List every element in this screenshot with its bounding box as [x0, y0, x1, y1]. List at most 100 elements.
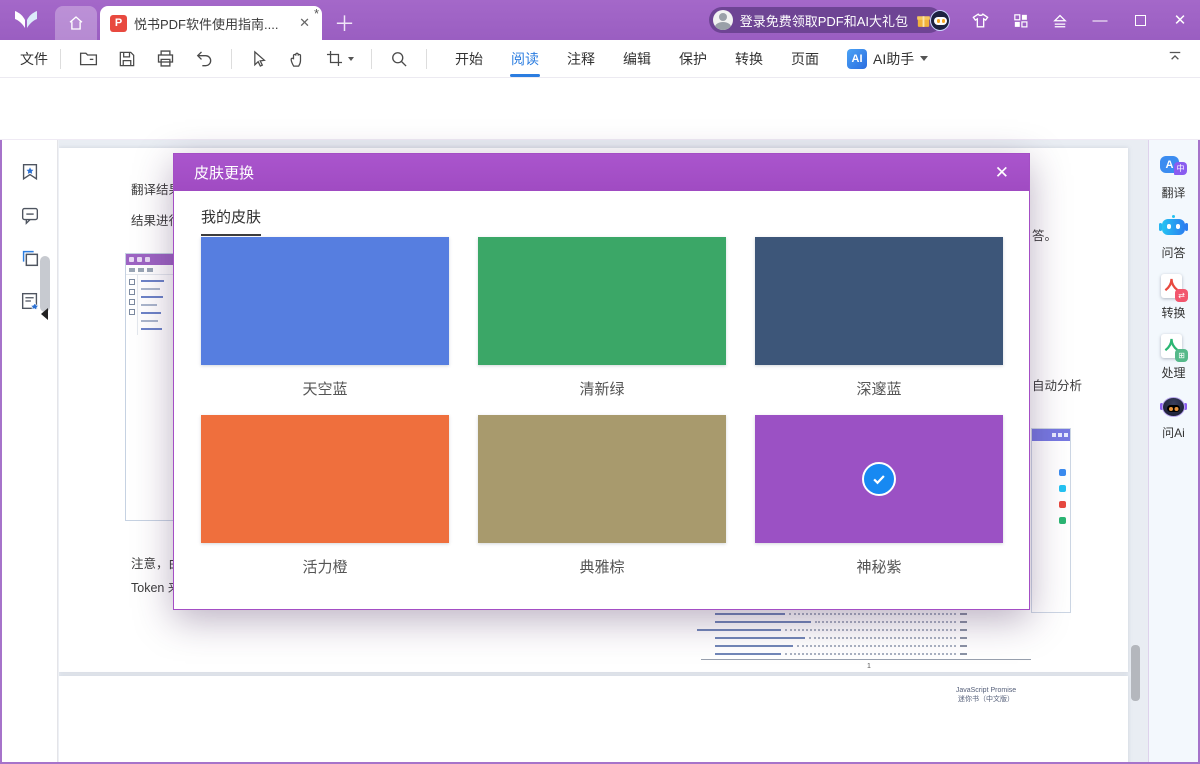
collapse-toolbar-button[interactable] [1166, 48, 1184, 71]
convert-label: 转换 [1161, 304, 1185, 321]
maximize-icon [1135, 15, 1146, 26]
ai-robot-button[interactable] [930, 10, 950, 30]
crop-tool-button[interactable] [316, 44, 363, 74]
skin-swatch [201, 237, 449, 365]
home-button[interactable] [55, 6, 97, 40]
print-button[interactable] [146, 44, 185, 74]
bookmarks-panel-button[interactable] [2, 152, 58, 192]
hand-tool-button[interactable] [278, 44, 316, 74]
tab-page[interactable]: 页面 [789, 41, 821, 77]
save-button[interactable] [108, 44, 146, 74]
caret-down-icon [920, 56, 928, 61]
skin-option-fresh-green[interactable]: 清新绿 [478, 237, 726, 399]
robot-icon [930, 10, 950, 31]
process-tool[interactable]: ⊞ 处理 [1160, 334, 1187, 381]
comment-icon [19, 204, 41, 226]
ask-ai-icon [1160, 394, 1187, 421]
undo-icon [194, 49, 214, 69]
tab-convert[interactable]: 转换 [733, 41, 765, 77]
skin-option-elegant-brown[interactable]: 典雅棕 [478, 415, 726, 577]
search-icon [389, 49, 409, 69]
unsaved-indicator: * [314, 6, 319, 21]
close-window-button[interactable]: ✕ [1170, 10, 1190, 30]
convert-tool[interactable]: ⇄ 转换 [1160, 274, 1187, 321]
crop-icon [325, 49, 344, 68]
qa-robot-icon [1160, 214, 1187, 241]
translate-icon: A 中 [1160, 154, 1187, 181]
collapse-icon [1166, 48, 1184, 66]
app-window: P 悦书PDF软件使用指南.... ✕ * ＋ 登录免费领取PDF和AI大礼包 [0, 0, 1200, 764]
skin-button[interactable] [970, 10, 990, 30]
translate-tool[interactable]: A 中 翻译 [1160, 154, 1187, 201]
qa-tool[interactable]: 问答 [1160, 214, 1187, 261]
tab-start[interactable]: 开始 [453, 41, 485, 77]
select-tool-button[interactable] [240, 44, 278, 74]
left-panel-sidebar [2, 140, 58, 762]
dialog-title: 皮肤更换 [194, 162, 254, 183]
my-skins-tab[interactable]: 我的皮肤 [201, 206, 261, 236]
skin-grid: 天空蓝 清新绿 深邃蓝 [201, 237, 1003, 577]
skin-option-deep-blue[interactable]: 深邃蓝 [755, 237, 1003, 399]
shirt-icon [971, 11, 990, 30]
cursor-icon [249, 49, 269, 69]
vertical-scrollbar-thumb[interactable] [1131, 645, 1140, 701]
skin-name: 活力橙 [201, 556, 449, 577]
folder-icon [78, 48, 99, 69]
skin-swatch [755, 415, 1003, 543]
tab-protect[interactable]: 保护 [677, 41, 709, 77]
skin-option-vivid-orange[interactable]: 活力橙 [201, 415, 449, 577]
file-menu[interactable]: 文件 [20, 49, 52, 69]
collapse-window-button[interactable] [1050, 10, 1070, 30]
search-button[interactable] [380, 44, 418, 74]
maximize-button[interactable] [1130, 10, 1150, 30]
new-tab-button[interactable]: ＋ [334, 8, 355, 38]
skin-name: 天空蓝 [201, 378, 449, 399]
tab-read[interactable]: 阅读 [509, 41, 541, 77]
document-tab[interactable]: P 悦书PDF软件使用指南.... ✕ * [100, 6, 322, 40]
tab-edit[interactable]: 编辑 [621, 41, 653, 77]
qa-label: 问答 [1161, 244, 1185, 261]
panel-resize-grip[interactable] [40, 256, 50, 312]
separator [426, 49, 427, 69]
login-button[interactable]: 登录免费领取PDF和AI大礼包 [709, 7, 942, 33]
skin-option-sky-blue[interactable]: 天空蓝 [201, 237, 449, 399]
ask-ai-tool[interactable]: 问Ai [1160, 394, 1187, 441]
separator [371, 49, 372, 69]
tab-close-icon[interactable]: ✕ [297, 15, 312, 31]
caret-down-icon [348, 57, 354, 61]
undo-button[interactable] [185, 44, 223, 74]
ai-assistant-menu[interactable]: AI AI助手 [847, 49, 928, 69]
panel-collapse-arrow[interactable] [41, 308, 48, 320]
skin-name: 深邃蓝 [755, 378, 1003, 399]
dialog-close-button[interactable]: ✕ [995, 164, 1009, 181]
skin-change-dialog: 皮肤更换 ✕ 我的皮肤 天空蓝 清新绿 [173, 153, 1030, 610]
bookmark-icon [19, 161, 41, 183]
skin-swatch [755, 237, 1003, 365]
skin-option-mystic-purple[interactable]: 神秘紫 [755, 415, 1003, 577]
separator [231, 49, 232, 69]
ai-badge-icon: AI [847, 49, 867, 69]
skin-name: 神秘紫 [755, 556, 1003, 577]
ask-ai-label: 问Ai [1162, 424, 1185, 441]
apps-grid-button[interactable] [1010, 10, 1030, 30]
comments-panel-button[interactable] [2, 195, 58, 235]
menu-bar: 文件 [0, 40, 1200, 78]
hand-icon [287, 49, 307, 69]
printer-icon [155, 48, 176, 69]
skin-swatch [478, 415, 726, 543]
avatar-icon [713, 10, 733, 30]
skin-name: 清新绿 [478, 378, 726, 399]
thumbnails-icon [19, 247, 41, 269]
dialog-header: 皮肤更换 ✕ [174, 154, 1029, 191]
skin-name: 典雅棕 [478, 556, 726, 577]
next-page-title: JavaScript Promise 迷你书（中文版） [871, 686, 1101, 704]
embedded-screenshot-figure [1031, 428, 1071, 613]
minimize-button[interactable]: — [1090, 10, 1110, 30]
selected-check-icon [862, 462, 896, 496]
separator [60, 49, 61, 69]
convert-pdf-icon: ⇄ [1160, 274, 1187, 301]
open-file-button[interactable] [69, 44, 108, 74]
tab-annotate[interactable]: 注释 [565, 41, 597, 77]
pdf-doc-icon: P [110, 15, 127, 32]
tab-title: 悦书PDF软件使用指南.... [134, 14, 290, 33]
